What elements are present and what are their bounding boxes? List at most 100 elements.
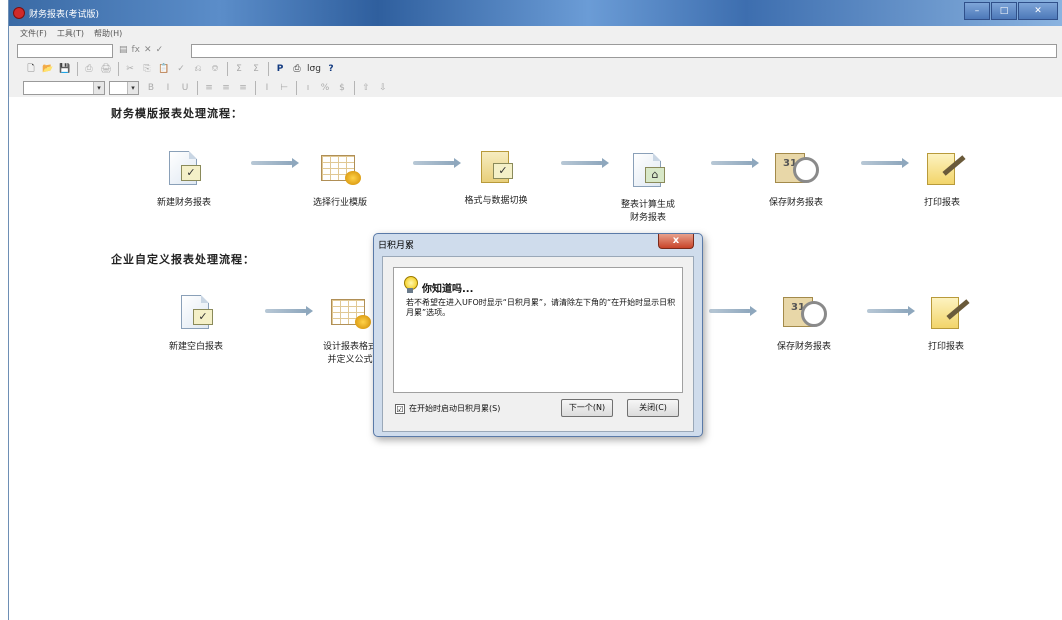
calculate-icon: ⌂ <box>625 151 671 191</box>
tip-panel: 你知道吗... 若不希望在进入UFO时显示“日积月累”，请清除左下角的“在开始时… <box>393 267 683 393</box>
checkbox-box[interactable]: ☑ <box>395 403 405 414</box>
align-center-icon[interactable]: ≡ <box>218 81 234 95</box>
dialog-close-button[interactable]: x <box>658 234 694 249</box>
title-bar[interactable]: 财务报表(考试版) – □ ✕ <box>9 0 1062 26</box>
print-preview-icon[interactable]: ⎙ <box>81 62 97 76</box>
undo-icon[interactable]: ⎌ <box>190 62 206 76</box>
dialog-title[interactable]: 日积月累 <box>378 238 414 251</box>
maximize-button[interactable]: □ <box>991 2 1017 20</box>
open-icon[interactable]: 📂 <box>40 62 56 76</box>
custom-flow-title: 企业自定义报表处理流程： <box>111 253 255 266</box>
step-print-custom-report[interactable]: 打印报表 <box>891 293 1001 354</box>
step-label: 新建空白报表 <box>168 342 223 352</box>
step-new-blank-report[interactable]: ✓ 新建空白报表 <box>141 293 251 354</box>
formula-bar: ▤ fx ✕ ✓ <box>9 42 1062 60</box>
save-icon[interactable]: 💾 <box>57 62 73 76</box>
function-wizard-icon[interactable]: ▤ <box>119 45 128 55</box>
step-label: 格式与数据切换 <box>464 196 528 206</box>
step-format-switch[interactable]: ✓ 格式与数据切换 <box>441 147 551 208</box>
toolbar-separator <box>118 62 119 76</box>
decrease-decimal-icon[interactable]: ⇩ <box>375 81 391 95</box>
select-template-icon <box>317 149 363 189</box>
new-icon[interactable]: 🗋 <box>23 62 39 76</box>
paste-icon[interactable]: 📋 <box>156 62 172 76</box>
print-report-icon <box>923 293 970 333</box>
toolbar-separator <box>77 62 78 76</box>
menu-help[interactable]: 帮助(H) <box>89 26 127 42</box>
step-select-template[interactable]: 选择行业模版 <box>285 149 395 210</box>
new-report-icon: ✓ <box>161 149 207 189</box>
report-icon[interactable]: ⎙ <box>289 62 305 76</box>
tip-title: 你知道吗... <box>422 284 474 295</box>
step-calculate[interactable]: ⌂ 整表计算生成 财务报表 <box>593 151 703 225</box>
increase-decimal-icon[interactable]: ⇧ <box>358 81 374 95</box>
step-save-custom-report[interactable]: 31 保存财务报表 <box>749 293 859 354</box>
app-logo-icon <box>13 7 25 19</box>
template-flow-title: 财务模版报表处理流程： <box>111 107 243 120</box>
step-new-report[interactable]: ✓ 新建财务报表 <box>129 149 239 210</box>
align-left-icon[interactable]: ≡ <box>201 81 217 95</box>
minimize-button[interactable]: – <box>964 2 990 20</box>
toolbar-separator <box>354 81 355 95</box>
step-label: 整表计算生成 财务报表 <box>620 200 675 223</box>
menu-tools[interactable]: 工具(T) <box>52 26 89 42</box>
comma-style-icon[interactable]: ı <box>300 81 316 95</box>
align-right-icon[interactable]: ≡ <box>235 81 251 95</box>
sum-icon[interactable]: Σ <box>231 62 247 76</box>
step-label: 打印报表 <box>927 342 964 352</box>
step-save-report[interactable]: 31 保存财务报表 <box>741 149 851 210</box>
dialog-body: 你知道吗... 若不希望在进入UFO时显示“日积月累”，请清除左下角的“在开始时… <box>382 256 694 432</box>
toolbar-separator <box>255 81 256 95</box>
p-icon[interactable]: P <box>272 62 288 76</box>
step-label: 保存财务报表 <box>768 198 823 208</box>
font-size-select[interactable]: ▾ <box>109 81 139 95</box>
print-icon[interactable]: 🖨 <box>98 62 114 76</box>
checkbox-label: 在开始时启动日积月累(S) <box>409 404 501 413</box>
design-format-icon <box>327 293 373 333</box>
next-tip-button[interactable]: 下一个(N) <box>561 399 613 417</box>
close-window-button[interactable]: ✕ <box>1018 2 1058 20</box>
lightbulb-icon <box>402 276 418 294</box>
sum-all-icon[interactable]: Σ <box>248 62 264 76</box>
step-label: 保存财务报表 <box>776 342 831 352</box>
chevron-down-icon[interactable]: ▾ <box>93 82 104 94</box>
cut-icon[interactable]: ✂ <box>122 62 138 76</box>
show-at-startup-checkbox[interactable]: ☑ 在开始时启动日积月累(S) <box>395 403 500 414</box>
print-report-icon <box>919 149 966 189</box>
vertical-align-icon[interactable]: I <box>259 81 275 95</box>
copy-icon[interactable]: ⎘ <box>139 62 155 76</box>
toolbar-separator <box>227 62 228 76</box>
chevron-down-icon[interactable]: ▾ <box>127 82 138 94</box>
log-icon[interactable]: lσg <box>306 62 322 76</box>
underline-icon[interactable]: U <box>177 81 193 95</box>
currency-icon[interactable]: $ <box>334 81 350 95</box>
merge-icon[interactable]: ⊢ <box>276 81 292 95</box>
bold-icon[interactable]: B <box>143 81 159 95</box>
save-report-icon: 31 <box>773 149 819 189</box>
format-painter-icon[interactable]: ✓ <box>173 62 189 76</box>
tip-dialog: 日积月累 x 你知道吗... 若不希望在进入UFO时显示“日积月累”，请清除左下… <box>373 233 703 437</box>
percent-icon[interactable]: % <box>317 81 333 95</box>
step-label: 新建财务报表 <box>156 198 211 208</box>
help-icon[interactable]: ? <box>323 62 339 76</box>
menu-bar: 文件(F) 工具(T) 帮助(H) <box>9 26 1062 42</box>
italic-icon[interactable]: I <box>160 81 176 95</box>
formula-input[interactable] <box>191 44 1057 58</box>
sort-icon[interactable]: ⎊ <box>207 62 223 76</box>
format-toolbar: ▾ ▾ B I U ≡ ≡ ≡ I ⊢ ı % $ ⇧ ⇩ <box>9 79 1062 97</box>
fx-icon[interactable]: fx <box>132 45 141 55</box>
new-blank-report-icon: ✓ <box>173 293 219 333</box>
cancel-icon[interactable]: ✕ <box>144 45 152 55</box>
step-label: 打印报表 <box>923 198 960 208</box>
standard-toolbar: 🗋 📂 💾 ⎙ 🖨 ✂ ⎘ 📋 ✓ ⎌ ⎊ Σ Σ P ⎙ lσg ? <box>9 60 1062 78</box>
toolbar-separator <box>268 62 269 76</box>
step-print-report[interactable]: 打印报表 <box>887 149 997 210</box>
font-name-select[interactable]: ▾ <box>23 81 105 95</box>
format-switch-icon: ✓ <box>473 147 519 187</box>
confirm-icon[interactable]: ✓ <box>156 45 164 55</box>
toolbar-separator <box>296 81 297 95</box>
close-dialog-button[interactable]: 关闭(C) <box>627 399 679 417</box>
flow-arrow <box>709 306 757 316</box>
cell-reference-input[interactable] <box>17 44 113 58</box>
menu-file[interactable]: 文件(F) <box>15 26 52 42</box>
